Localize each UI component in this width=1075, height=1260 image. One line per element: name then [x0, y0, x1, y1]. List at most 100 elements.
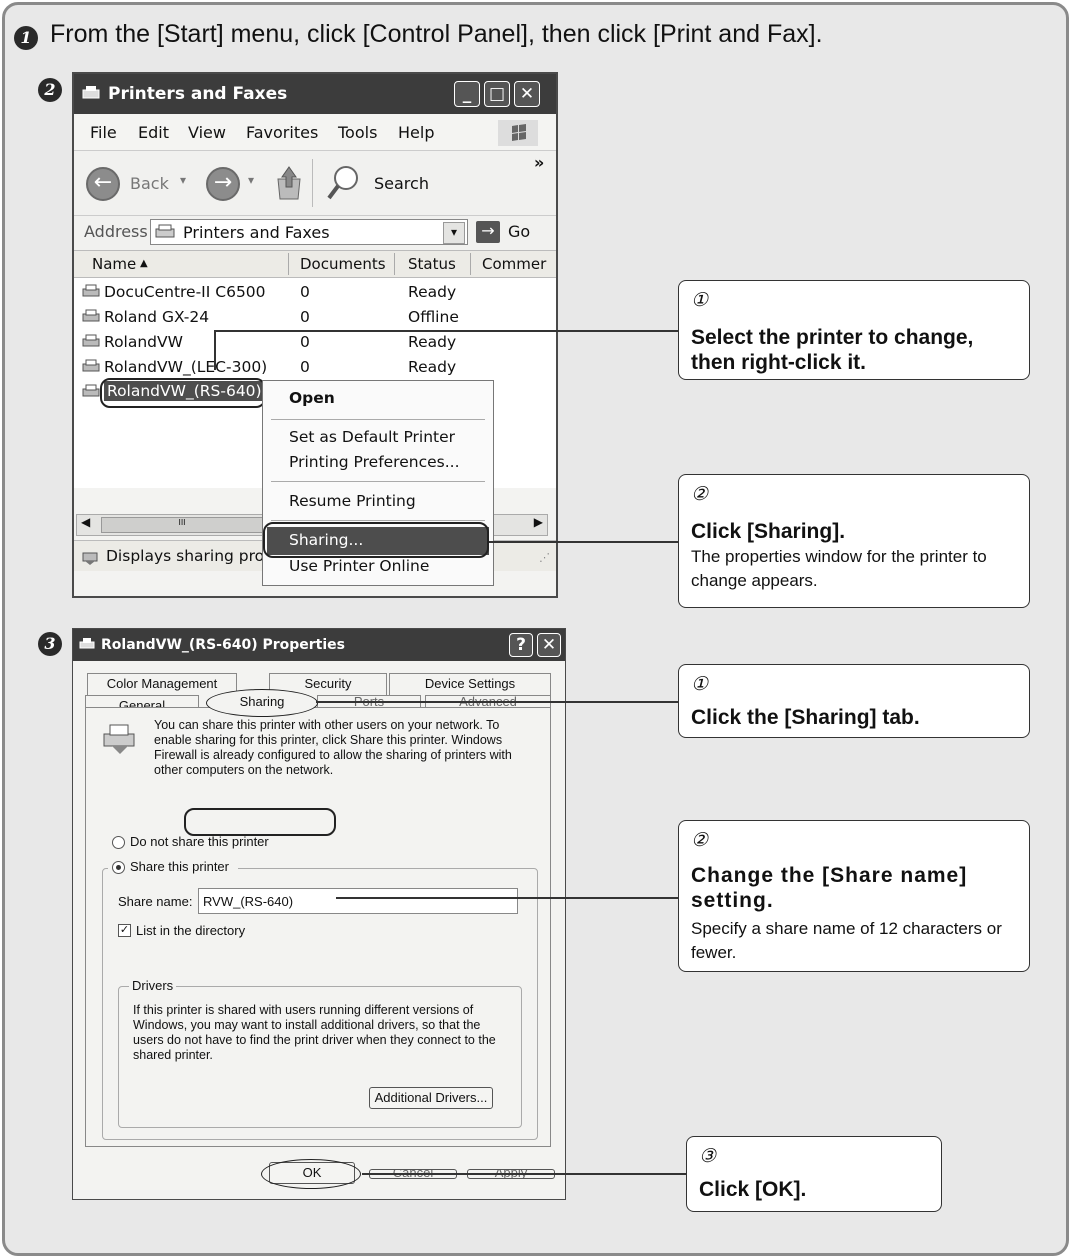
- window-title: Printers and Faxes: [108, 84, 288, 104]
- column-divider: [470, 253, 471, 275]
- printer-folder-icon: [82, 86, 100, 99]
- dialog-title: RolandVW_(RS-640) Properties: [101, 637, 346, 653]
- menu-file[interactable]: File: [90, 123, 117, 142]
- go-arrow-icon[interactable]: →: [476, 221, 500, 243]
- drivers-group: Drivers If this printer is shared with u…: [118, 978, 522, 1128]
- callout-heading: Click the [Sharing] tab.: [691, 706, 920, 729]
- scroll-left-icon[interactable]: ◀: [81, 515, 90, 529]
- back-arrow-icon[interactable]: ←: [86, 167, 120, 201]
- printer-icon: [82, 384, 100, 397]
- menu-help[interactable]: Help: [398, 123, 434, 142]
- address-label: Address: [84, 222, 148, 241]
- sharing-tab-panel: You can share this printer with other us…: [85, 707, 551, 1147]
- up-folder-icon[interactable]: [274, 165, 304, 201]
- callout-body: Specify a share name of 12 characters or…: [691, 919, 1002, 962]
- sharing-intro-text: You can share this printer with other us…: [154, 718, 512, 777]
- menu-item-resume-printing[interactable]: Resume Printing: [289, 492, 416, 510]
- dialog-titlebar: RolandVW_(RS-640) Properties ? ✕: [73, 629, 565, 661]
- printer-row[interactable]: RolandVW_(LEC-300) 0 Ready: [74, 355, 556, 380]
- help-button[interactable]: ?: [509, 633, 533, 657]
- maximize-button[interactable]: □: [484, 81, 510, 107]
- leader-line: [316, 701, 678, 703]
- sharing-menu-highlight: [263, 522, 489, 558]
- drivers-label: Drivers: [129, 978, 177, 993]
- go-button-label[interactable]: Go: [508, 222, 530, 241]
- properties-dialog: RolandVW_(RS-640) Properties ? ✕ Color M…: [72, 628, 566, 1200]
- do-not-share-label: Do not share this printer: [130, 834, 269, 849]
- printer-status: Ready: [408, 283, 457, 301]
- scroll-thumb[interactable]: III: [101, 517, 263, 533]
- printer-status: Ready: [408, 358, 457, 376]
- printer-row[interactable]: Roland GX-24 0 Offline: [74, 305, 556, 330]
- window-titlebar: Printers and Faxes _ □ ✕: [74, 74, 556, 114]
- menu-tools[interactable]: Tools: [338, 123, 377, 142]
- ok-button-highlight: [261, 1159, 361, 1189]
- menu-item-printing-preferences[interactable]: Printing Preferences...: [289, 453, 460, 471]
- callout-share-name: ② Change the [Share name] setting. Speci…: [678, 820, 1030, 972]
- callout-number: ③: [699, 1145, 717, 1167]
- callout-click-ok: ③ Click [OK].: [686, 1136, 942, 1212]
- close-button[interactable]: ✕: [537, 633, 561, 657]
- printer-name: RolandVW: [104, 333, 183, 351]
- minimize-button[interactable]: _: [454, 81, 480, 107]
- radio-do-not-share[interactable]: [112, 836, 125, 849]
- list-in-directory-checkbox[interactable]: ✓: [118, 924, 131, 937]
- search-icon[interactable]: [326, 163, 362, 203]
- column-name[interactable]: Name: [92, 255, 136, 273]
- search-button-label[interactable]: Search: [374, 174, 429, 193]
- tab-sharing[interactable]: Sharing: [206, 689, 318, 717]
- leader-line: [336, 897, 678, 899]
- leader-line: [362, 1173, 686, 1175]
- callout-sharing-tab: ① Click the [Sharing] tab.: [678, 664, 1030, 738]
- printer-icon: [82, 359, 100, 372]
- leader-line: [489, 541, 678, 543]
- printer-status: Offline: [408, 308, 459, 326]
- menu-separator: [271, 520, 485, 521]
- drivers-text: If this printer is shared with users run…: [133, 1003, 496, 1062]
- menu-item-open[interactable]: Open: [289, 389, 335, 407]
- printer-name: RolandVW_(LEC-300): [104, 358, 268, 376]
- printer-icon: [82, 334, 100, 347]
- column-comments[interactable]: Commer: [482, 255, 546, 273]
- share-name-input[interactable]: RVW_(RS-640): [198, 888, 518, 914]
- printer-docs: 0: [300, 308, 310, 326]
- forward-arrow-icon[interactable]: →: [206, 167, 240, 201]
- back-button-label[interactable]: Back: [130, 174, 169, 193]
- menu-view[interactable]: View: [188, 123, 226, 142]
- sort-ascending-icon: ▲: [140, 258, 148, 269]
- callout-body: The properties window for the printer to…: [691, 547, 987, 590]
- close-button[interactable]: ✕: [514, 81, 540, 107]
- menu-separator: [271, 419, 485, 420]
- column-status[interactable]: Status: [408, 255, 456, 273]
- radio-share[interactable]: [112, 861, 125, 874]
- menu-bar: File Edit View Favorites Tools Help: [74, 114, 556, 151]
- back-dropdown-icon[interactable]: ▾: [180, 173, 186, 187]
- column-documents[interactable]: Documents: [300, 255, 386, 273]
- additional-drivers-button[interactable]: Additional Drivers...: [369, 1087, 493, 1109]
- address-input[interactable]: Printers and Faxes ▾: [150, 219, 468, 245]
- tab-color-management[interactable]: Color Management: [87, 673, 237, 695]
- printer-docs: 0: [300, 358, 310, 376]
- address-dropdown-icon[interactable]: ▾: [443, 222, 465, 244]
- menu-edit[interactable]: Edit: [138, 123, 169, 142]
- menu-item-set-default[interactable]: Set as Default Printer: [289, 428, 455, 446]
- tab-device-settings[interactable]: Device Settings: [389, 673, 551, 695]
- printer-icon: [79, 638, 95, 649]
- forward-dropdown-icon[interactable]: ▾: [248, 173, 254, 187]
- resize-grip-icon[interactable]: ⋰: [539, 551, 550, 564]
- step-1-badge: 1: [14, 26, 38, 50]
- callout-number: ①: [691, 673, 709, 695]
- callout-select-printer: ① Select the printer to change, then rig…: [678, 280, 1030, 380]
- menu-item-use-printer-online[interactable]: Use Printer Online: [289, 557, 429, 575]
- column-divider: [394, 253, 395, 275]
- toolbar-more-icon[interactable]: »: [534, 153, 544, 172]
- callout-heading: Change the [Share name] setting.: [691, 864, 968, 912]
- share-this-printer-label: Share this printer: [130, 859, 229, 874]
- step-1-text: From the [Start] menu, click [Control Pa…: [50, 20, 823, 48]
- scroll-right-icon[interactable]: ▶: [534, 515, 543, 529]
- step-2-badge: 2: [38, 78, 62, 102]
- menu-favorites[interactable]: Favorites: [246, 123, 318, 142]
- leader-line: [214, 330, 678, 332]
- printer-row[interactable]: RolandVW 0 Ready: [74, 330, 556, 355]
- printer-row[interactable]: DocuCentre-II C6500 0 Ready: [74, 280, 556, 305]
